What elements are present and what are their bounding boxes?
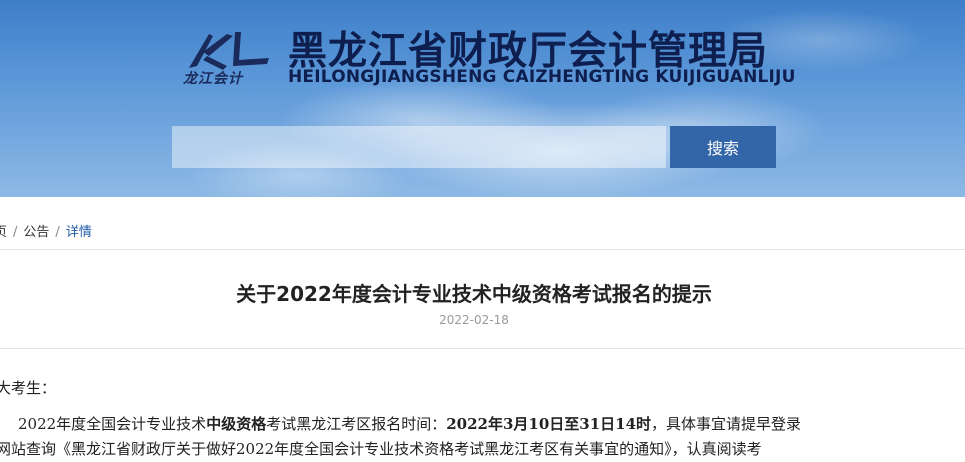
breadcrumb-announcements[interactable]: 公告: [23, 225, 49, 240]
breadcrumb-separator: /: [13, 225, 18, 240]
site-title-english: HEILONGJIANGSHENG CAIZHENGTING KUIJIGUAN…: [288, 67, 796, 87]
article-date: 2022-02-18: [439, 313, 509, 327]
breadcrumb-home[interactable]: 页: [0, 225, 7, 240]
header-banner: 龙江会计 黑龙江省财政厅会计管理局 HEILONGJIANGSHENG CAIZ…: [0, 0, 965, 197]
breadcrumb-separator: /: [55, 225, 60, 240]
article-paragraph-continued: 网站查询《黑龙江省财政厅关于做好2022年度全国会计专业技术资格考试黑龙江考区有…: [0, 440, 762, 458]
body-bold-text: 中级资格: [206, 415, 267, 433]
search-button[interactable]: 搜索: [670, 126, 776, 168]
breadcrumb: 页 / 公告 / 详情: [0, 221, 92, 241]
logo-text: 龙江会计: [183, 71, 243, 87]
article-paragraph: 2022年度全国会计专业技术中级资格考试黑龙江考区报名时间：2022年3月10日…: [0, 412, 965, 437]
body-bold-text: 2022年3月10日至31日14时: [446, 415, 652, 433]
article-title: 关于2022年度会计专业技术中级资格考试报名的提示: [236, 282, 712, 306]
body-text: 2022年度全国会计专业技术: [18, 415, 207, 433]
breadcrumb-current: 详情: [65, 225, 92, 240]
body-text: ，具体事宜请提早登录: [651, 415, 802, 433]
body-text: 考试黑龙江考区报名时间：: [266, 415, 447, 433]
search-input[interactable]: [172, 126, 666, 168]
article-body: 大考生： 2022年度全国会计专业技术中级资格考试黑龙江考区报名时间：2022年…: [0, 376, 965, 462]
breadcrumb-divider: [0, 249, 965, 250]
article-greeting: 大考生：: [0, 379, 57, 397]
article-header-divider: [0, 348, 965, 349]
